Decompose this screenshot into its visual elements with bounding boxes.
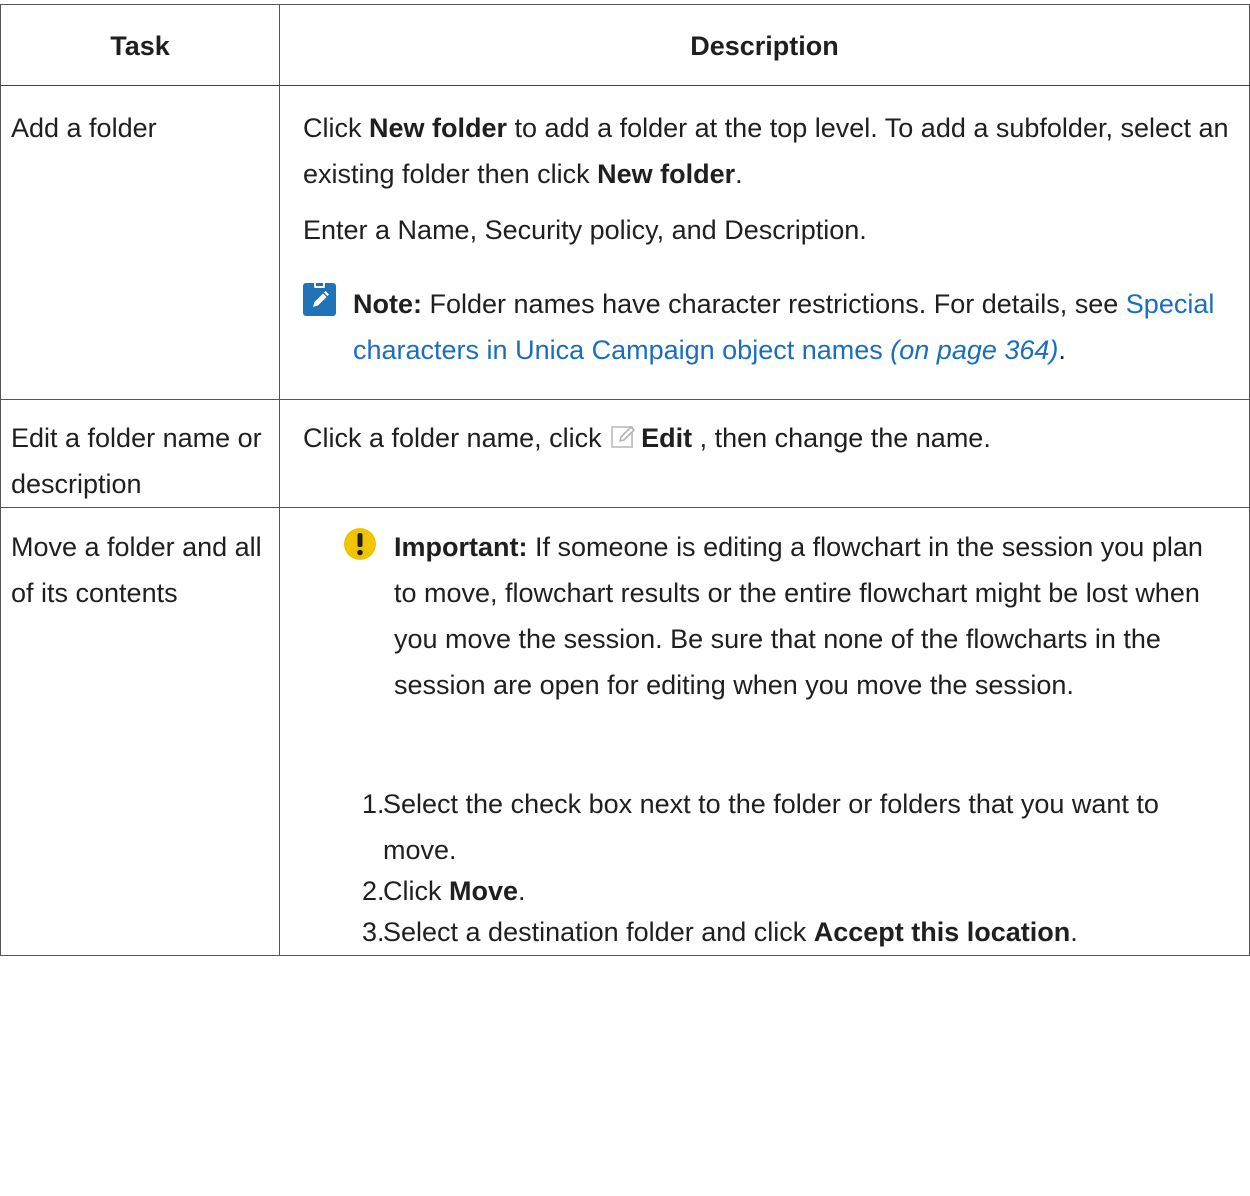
list-item: 1. Select the check box next to the folde…	[303, 781, 1229, 873]
note-label: Note:	[353, 289, 422, 319]
text: .	[1058, 335, 1066, 365]
link-page-ref: (on page 364)	[890, 335, 1059, 365]
table-row: Move a folder and all of its contents Im…	[0, 507, 1250, 956]
new-folder-ref: New folder	[597, 159, 736, 189]
task-add-folder: Add a folder	[0, 85, 280, 400]
edit-icon	[611, 426, 635, 448]
text: .	[1070, 917, 1078, 947]
edit-ref: Edit	[641, 423, 693, 453]
tasks-table: Task Description Add a folder Click New …	[0, 4, 1250, 956]
table-header-row: Task Description	[0, 4, 1250, 86]
step-number: 2.	[362, 876, 385, 906]
note-callout: Note: Folder names have character restri…	[303, 281, 1229, 399]
edit-folder-instructions: Click a folder name, click Edit , then c…	[303, 415, 1229, 461]
text: Click	[383, 876, 449, 906]
list-item: 3. Select a destination folder and click …	[303, 909, 1229, 955]
text: Select the check box next to the folder …	[383, 789, 1159, 865]
task-edit-folder: Edit a folder name or description	[0, 399, 280, 508]
description-move-folder: Important: If someone is editing a flowc…	[279, 507, 1250, 956]
accept-location-ref: Accept this location	[813, 917, 1071, 947]
task-move-folder: Move a folder and all of its contents	[0, 507, 280, 956]
text: Click	[303, 113, 369, 143]
step-number: 1.	[362, 789, 385, 819]
header-task: Task	[0, 4, 280, 86]
description-edit-folder: Click a folder name, click Edit , then c…	[279, 399, 1250, 508]
new-folder-ref: New folder	[369, 113, 508, 143]
text: , then change the name.	[692, 423, 991, 453]
important-callout: Important: If someone is editing a flowc…	[303, 524, 1229, 708]
move-ref: Move	[449, 876, 519, 906]
text: .	[735, 159, 743, 189]
important-text: Important: If someone is editing a flowc…	[394, 524, 1229, 708]
add-folder-fields: Enter a Name, Security policy, and Descr…	[303, 215, 867, 245]
important-exclamation-icon	[344, 528, 376, 560]
table-row: Edit a folder name or description Click …	[0, 399, 1250, 508]
description-add-folder: Click New folder to add a folder at the …	[279, 85, 1250, 400]
note-text: Note: Folder names have character restri…	[353, 281, 1229, 373]
important-label: Important:	[394, 532, 528, 562]
move-steps-list: 1. Select the check box next to the folde…	[303, 781, 1229, 955]
list-item: 2. Click Move.	[303, 868, 1229, 914]
text: Click a folder name, click	[303, 423, 610, 453]
note-pencil-icon	[303, 283, 336, 316]
add-folder-instructions: Click New folder to add a folder at the …	[303, 105, 1229, 197]
text: .	[518, 876, 526, 906]
text: Folder names have character restrictions…	[422, 289, 1126, 319]
table-row: Add a folder Click New folder to add a f…	[0, 85, 1250, 400]
step-number: 3.	[362, 917, 385, 947]
header-description: Description	[279, 4, 1250, 86]
text: Select a destination folder and click	[383, 917, 814, 947]
